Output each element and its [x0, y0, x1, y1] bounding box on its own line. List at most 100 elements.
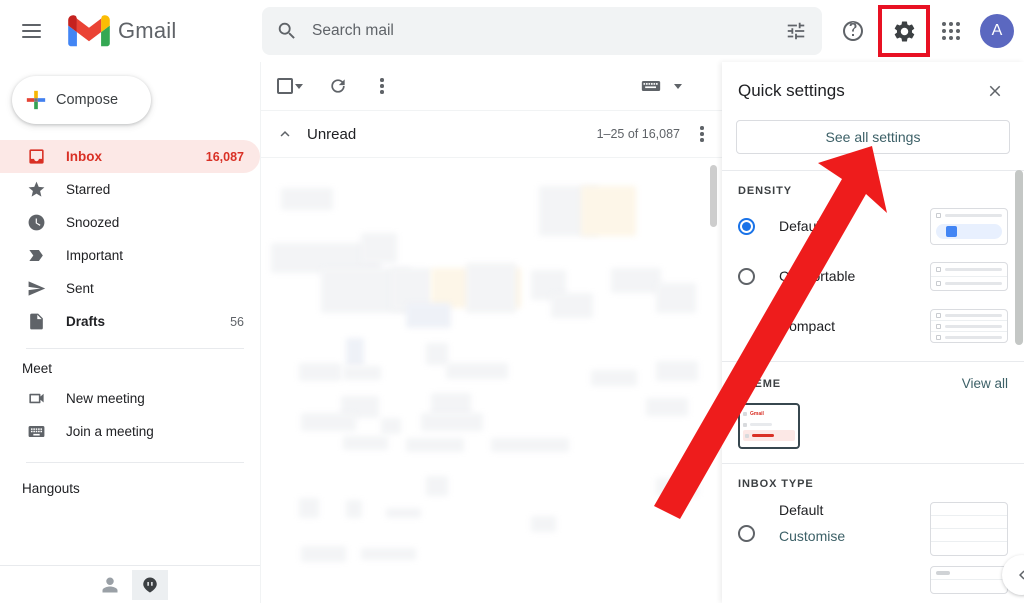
sidebar-item-label: Starred [66, 182, 111, 197]
quick-settings-title: Quick settings [738, 81, 845, 100]
more-vertical-icon [700, 126, 704, 142]
sidebar-item-label: New meeting [66, 391, 145, 406]
select-all-checkbox[interactable] [271, 67, 309, 105]
sidebar-item-label: Sent [66, 281, 94, 296]
pagination-range: 1–25 of 16,087 [596, 127, 680, 141]
radio-icon[interactable] [738, 267, 755, 285]
apps-grid-icon[interactable] [930, 10, 972, 52]
plus-icon [26, 90, 46, 110]
sidebar-footer [0, 565, 260, 603]
theme-list: Gmail [722, 395, 1024, 461]
send-icon [26, 279, 46, 299]
sidebar-item-count: 16,087 [205, 149, 244, 164]
mail-list-header: Unread 1–25 of 16,087 [261, 110, 722, 158]
search-icon [278, 22, 295, 39]
mail-list-panel: Unread 1–25 of 16,087 [260, 62, 722, 603]
inbox-type-preview [930, 502, 1008, 594]
hamburger-icon[interactable] [8, 8, 54, 54]
radio-icon[interactable] [738, 525, 755, 542]
help-icon[interactable] [832, 10, 874, 52]
input-tools-button[interactable] [632, 67, 670, 105]
avatar[interactable]: A [980, 14, 1014, 48]
density-preview-default [930, 207, 1008, 245]
mail-list-toolbar [261, 62, 722, 110]
input-tools-group [632, 67, 712, 105]
draft-file-icon [26, 312, 46, 332]
theme-thumb-brand: Gmail [750, 410, 764, 417]
quick-settings-panel: Quick settings See all settings DENSITY … [722, 62, 1024, 603]
density-preview-compact [930, 309, 1008, 343]
compose-label: Compose [56, 92, 119, 108]
keyboard-icon [26, 422, 46, 442]
theme-section-title: THEME [738, 377, 781, 390]
checkbox-icon [277, 78, 293, 94]
sidebar-item-count: 56 [230, 314, 244, 329]
video-camera-icon [26, 389, 46, 409]
clock-icon [26, 213, 46, 233]
sidebar-item-important[interactable]: Important [0, 239, 260, 272]
star-icon [26, 180, 46, 200]
brand-title: Gmail [118, 18, 177, 43]
theme-thumbnail-selected[interactable]: Gmail [738, 403, 800, 449]
density-option-default[interactable]: Default [722, 201, 1024, 251]
gmail-app-window: Gmail Search mail A Compose Inbox 16,087… [0, 0, 1024, 603]
gmail-logo-icon [68, 15, 110, 47]
sidebar-item-starred[interactable]: Starred [0, 173, 260, 206]
more-options-button[interactable] [363, 67, 401, 105]
quick-settings-scrollbar[interactable] [1015, 170, 1023, 345]
inbox-type-labels: Default Customise [779, 502, 845, 544]
person-icon[interactable] [92, 570, 128, 600]
meet-section-title: Meet [22, 361, 53, 376]
sidebar-item-label: Important [66, 248, 124, 263]
refresh-icon [331, 79, 345, 93]
inbox-type-option-default[interactable]: Default Customise [722, 494, 1024, 594]
inbox-icon [26, 147, 46, 167]
gear-icon [894, 20, 914, 42]
sidebar-item-snoozed[interactable]: Snoozed [0, 206, 260, 239]
blurred-email-list[interactable] [261, 158, 722, 578]
inbox-type-section-title: INBOX TYPE [738, 478, 814, 490]
sidebar-item-drafts[interactable]: Drafts 56 [0, 305, 260, 338]
sidebar: Compose Inbox 16,087 Starred Snoozed Imp… [0, 62, 260, 603]
sidebar-item-join-meeting[interactable]: Join a meeting [0, 415, 260, 448]
settings-gear-button[interactable] [878, 5, 930, 57]
chevron-down-icon[interactable] [674, 83, 682, 89]
chevron-up-icon[interactable] [271, 120, 299, 148]
hangouts-chat-icon[interactable] [132, 569, 168, 600]
header-more-button[interactable] [692, 115, 712, 153]
see-all-settings-button[interactable]: See all settings [736, 120, 1010, 154]
sidebar-item-new-meeting[interactable]: New meeting [0, 382, 260, 415]
customise-link[interactable]: Customise [779, 528, 845, 544]
density-option-label: Default [779, 218, 824, 234]
sidebar-nav-list: Inbox 16,087 Starred Snoozed Important S… [0, 140, 260, 338]
sidebar-item-label: Inbox [66, 149, 102, 164]
mail-list-scrollbar[interactable] [710, 165, 717, 227]
density-preview-comfortable [930, 261, 1008, 291]
theme-section-header: THEME View all [722, 362, 1024, 395]
sidebar-item-sent[interactable]: Sent [0, 272, 260, 305]
sidebar-item-inbox[interactable]: Inbox 16,087 [0, 140, 260, 173]
hangouts-section-title: Hangouts [22, 481, 80, 496]
top-bar: Gmail Search mail A [0, 0, 1024, 62]
refresh-button[interactable] [319, 67, 357, 105]
radio-icon[interactable] [738, 217, 755, 235]
search-input[interactable] [312, 22, 774, 40]
keyboard-icon [641, 81, 661, 91]
chevron-down-icon [295, 83, 303, 89]
close-icon[interactable] [980, 76, 1010, 106]
search-bar[interactable] [262, 7, 822, 55]
brand: Gmail [68, 15, 176, 47]
unread-section-title: Unread [307, 125, 357, 143]
density-option-label: Comfortable [779, 268, 856, 284]
density-option-compact[interactable]: Compact [722, 301, 1024, 351]
sidebar-item-label: Join a meeting [66, 424, 154, 439]
compose-button[interactable]: Compose [12, 76, 151, 124]
density-option-comfortable[interactable]: Comfortable [722, 251, 1024, 301]
tune-icon[interactable] [774, 9, 818, 53]
density-option-label: Compact [779, 318, 836, 334]
theme-view-all-link[interactable]: View all [962, 376, 1008, 391]
chevron-left-icon [1019, 570, 1024, 580]
important-label-icon [26, 246, 46, 266]
inbox-type-default-label: Default [779, 502, 824, 518]
density-section-title: DENSITY [738, 185, 792, 197]
